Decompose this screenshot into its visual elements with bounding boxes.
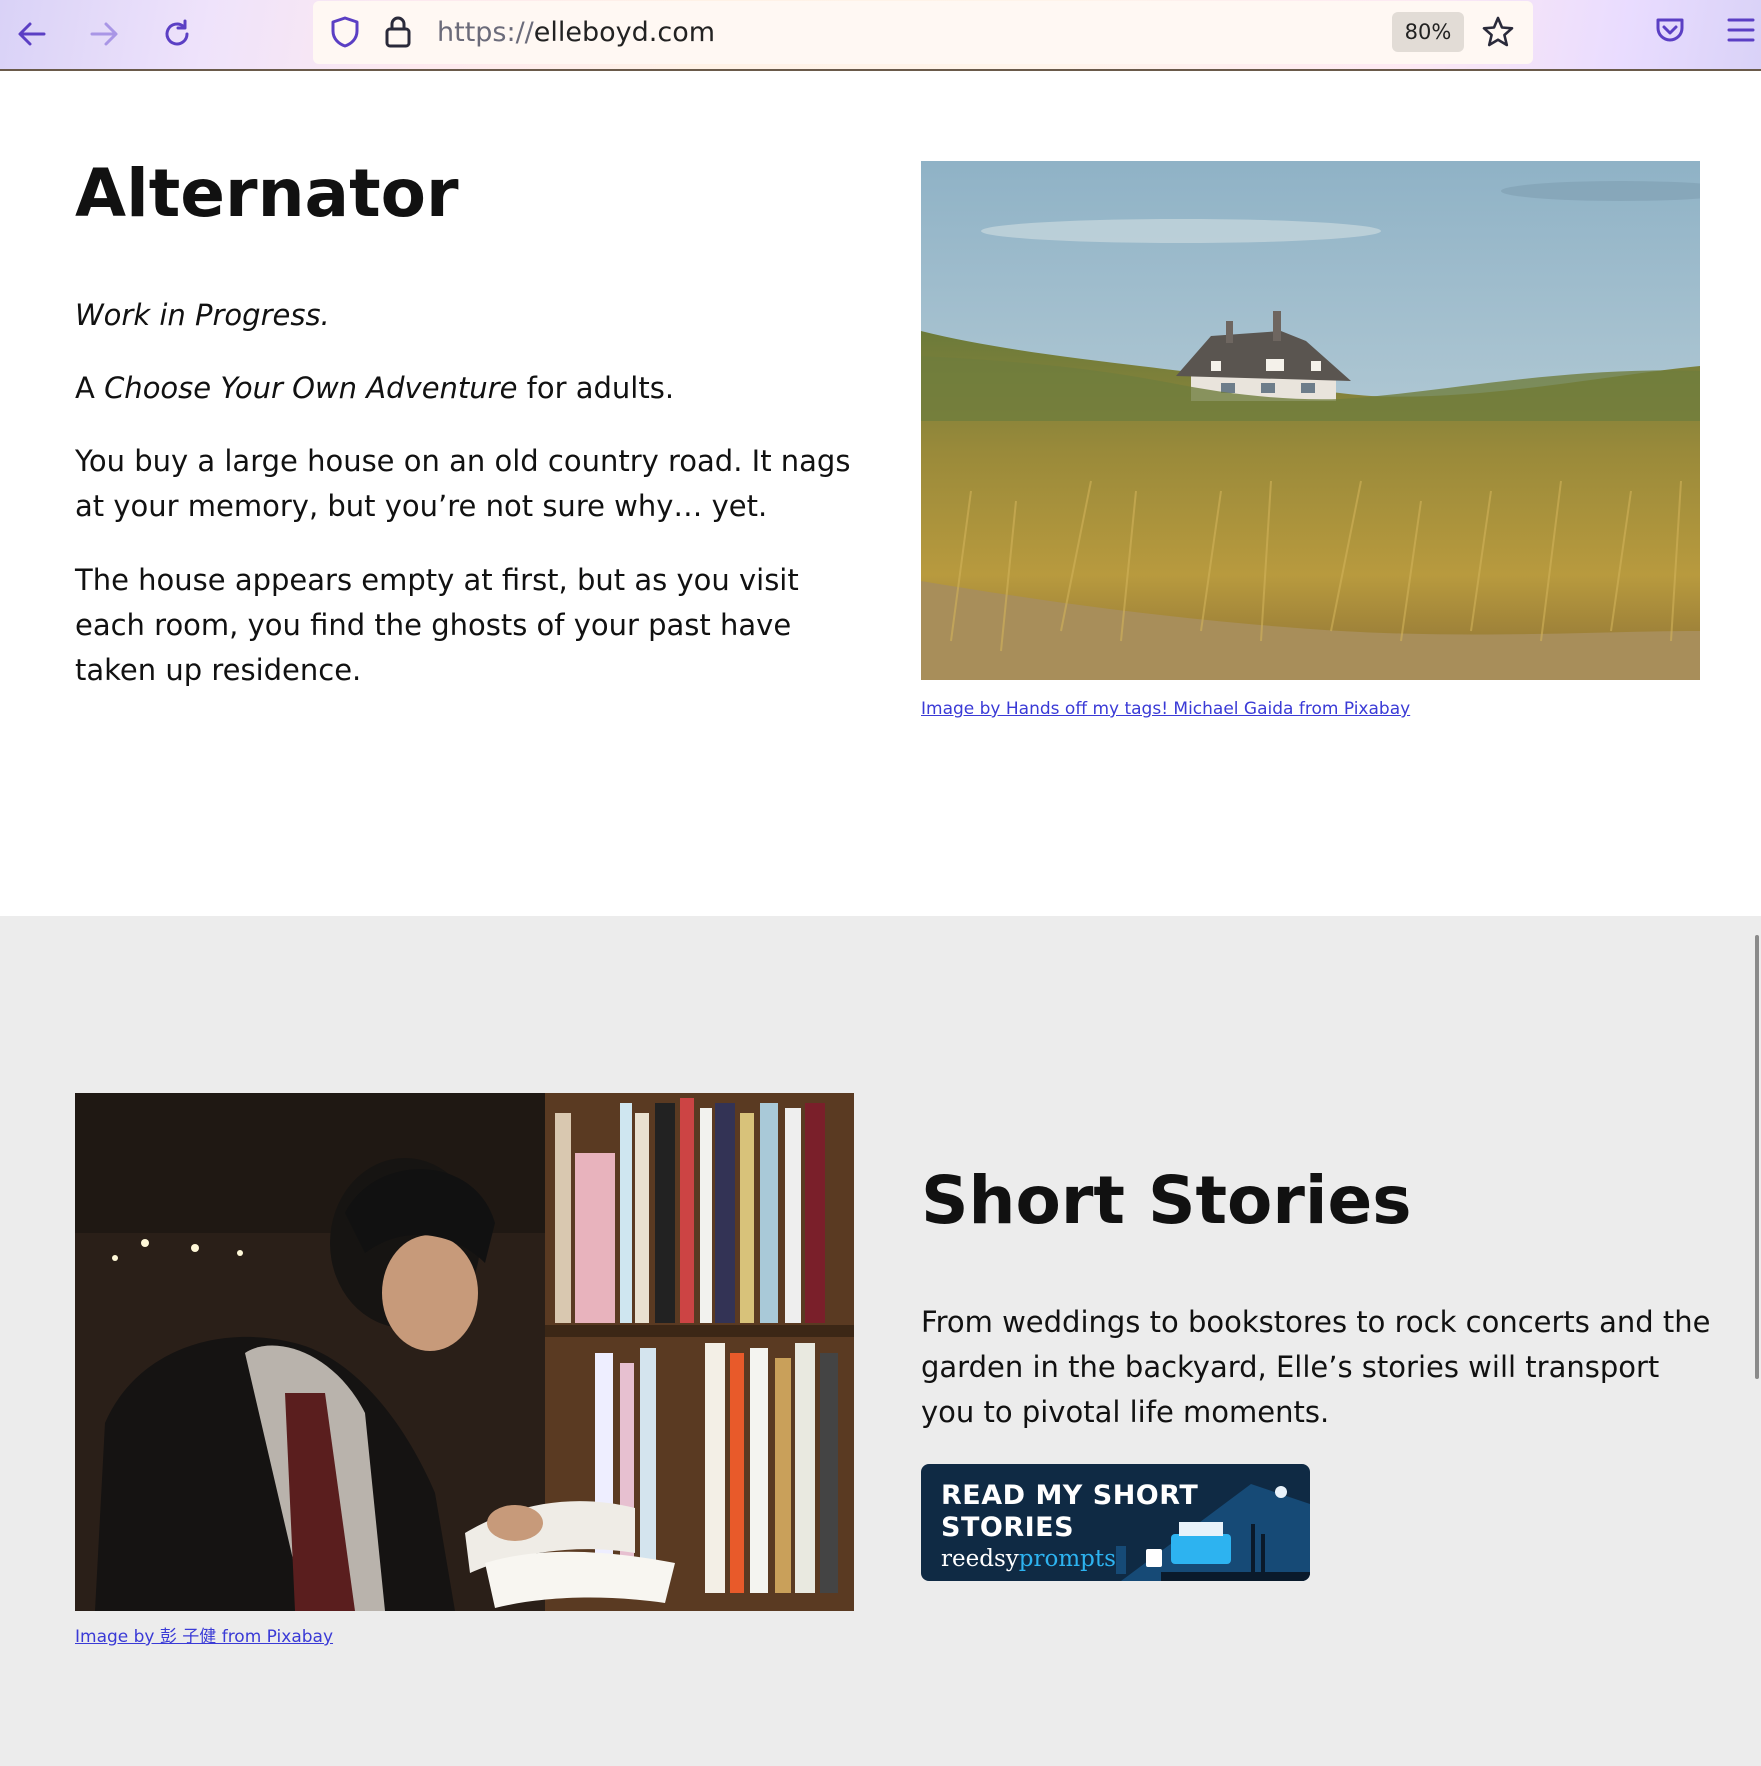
lock-icon[interactable] — [383, 15, 413, 49]
alternator-tagline: A Choose Your Own Adventure for adults. — [75, 366, 875, 411]
url-host: elleboyd.com — [533, 17, 716, 48]
forward-button[interactable] — [82, 12, 126, 56]
url-protocol: https:// — [437, 17, 534, 48]
brand-part-1: reedsy — [941, 1546, 1019, 1572]
house-photo-illustration — [921, 161, 1700, 680]
alternator-status: Work in Progress. — [75, 293, 875, 338]
reload-button[interactable] — [155, 12, 199, 56]
bookstore-image-credit-link[interactable]: Image by 彭 子健 from Pixabay — [75, 1622, 333, 1647]
menu-icon[interactable] — [1726, 16, 1756, 44]
browser-toolbar: https://elleboyd.com 80% — [0, 0, 1761, 71]
reedsy-prompts-banner-link[interactable]: READ MY SHORT STORIES reedsyprompts — [921, 1464, 1310, 1581]
short-stories-description: From weddings to bookstores to rock conc… — [921, 1305, 1711, 1429]
forward-arrow-icon — [90, 22, 118, 46]
pocket-icon[interactable] — [1654, 14, 1686, 46]
bookstore-reader-image — [75, 1093, 854, 1611]
house-on-dunes-image — [921, 161, 1700, 680]
reload-icon — [165, 19, 189, 46]
short-stories-title: Short Stories — [921, 1162, 1412, 1239]
reedsy-prompts-logo: reedsyprompts — [941, 1546, 1116, 1572]
url-bar[interactable]: https://elleboyd.com 80% — [313, 1, 1533, 64]
page-scrollbar[interactable] — [1755, 935, 1759, 1379]
zoom-level-button[interactable]: 80% — [1392, 12, 1464, 52]
brand-part-2: prompts — [1018, 1546, 1116, 1572]
url-text[interactable]: https://elleboyd.com — [437, 17, 715, 48]
house-image-credit-link[interactable]: Image by Hands off my tags! Michael Gaid… — [921, 699, 1410, 719]
shield-icon[interactable] — [329, 15, 361, 49]
star-icon[interactable] — [1481, 15, 1515, 49]
alternator-paragraph-2: The house appears empty at first, but as… — [75, 563, 799, 687]
tagline-prefix: A — [75, 371, 105, 405]
banner-line-1: READ MY SHORT — [941, 1480, 1199, 1511]
tagline-suffix: for adults. — [517, 371, 675, 405]
back-arrow-icon — [18, 22, 46, 46]
bookstore-photo-illustration — [75, 1093, 854, 1611]
alternator-title: Alternator — [75, 155, 459, 232]
tagline-italic: Choose Your Own Adventure — [104, 371, 518, 405]
alternator-section: Alternator Work in Progress. A Choose Yo… — [0, 71, 1761, 916]
back-button[interactable] — [10, 12, 54, 56]
alternator-paragraph-1: You buy a large house on an old country … — [75, 444, 851, 523]
status-text: Work in Progress. — [75, 298, 330, 332]
banner-line-2: STORIES — [941, 1512, 1075, 1543]
